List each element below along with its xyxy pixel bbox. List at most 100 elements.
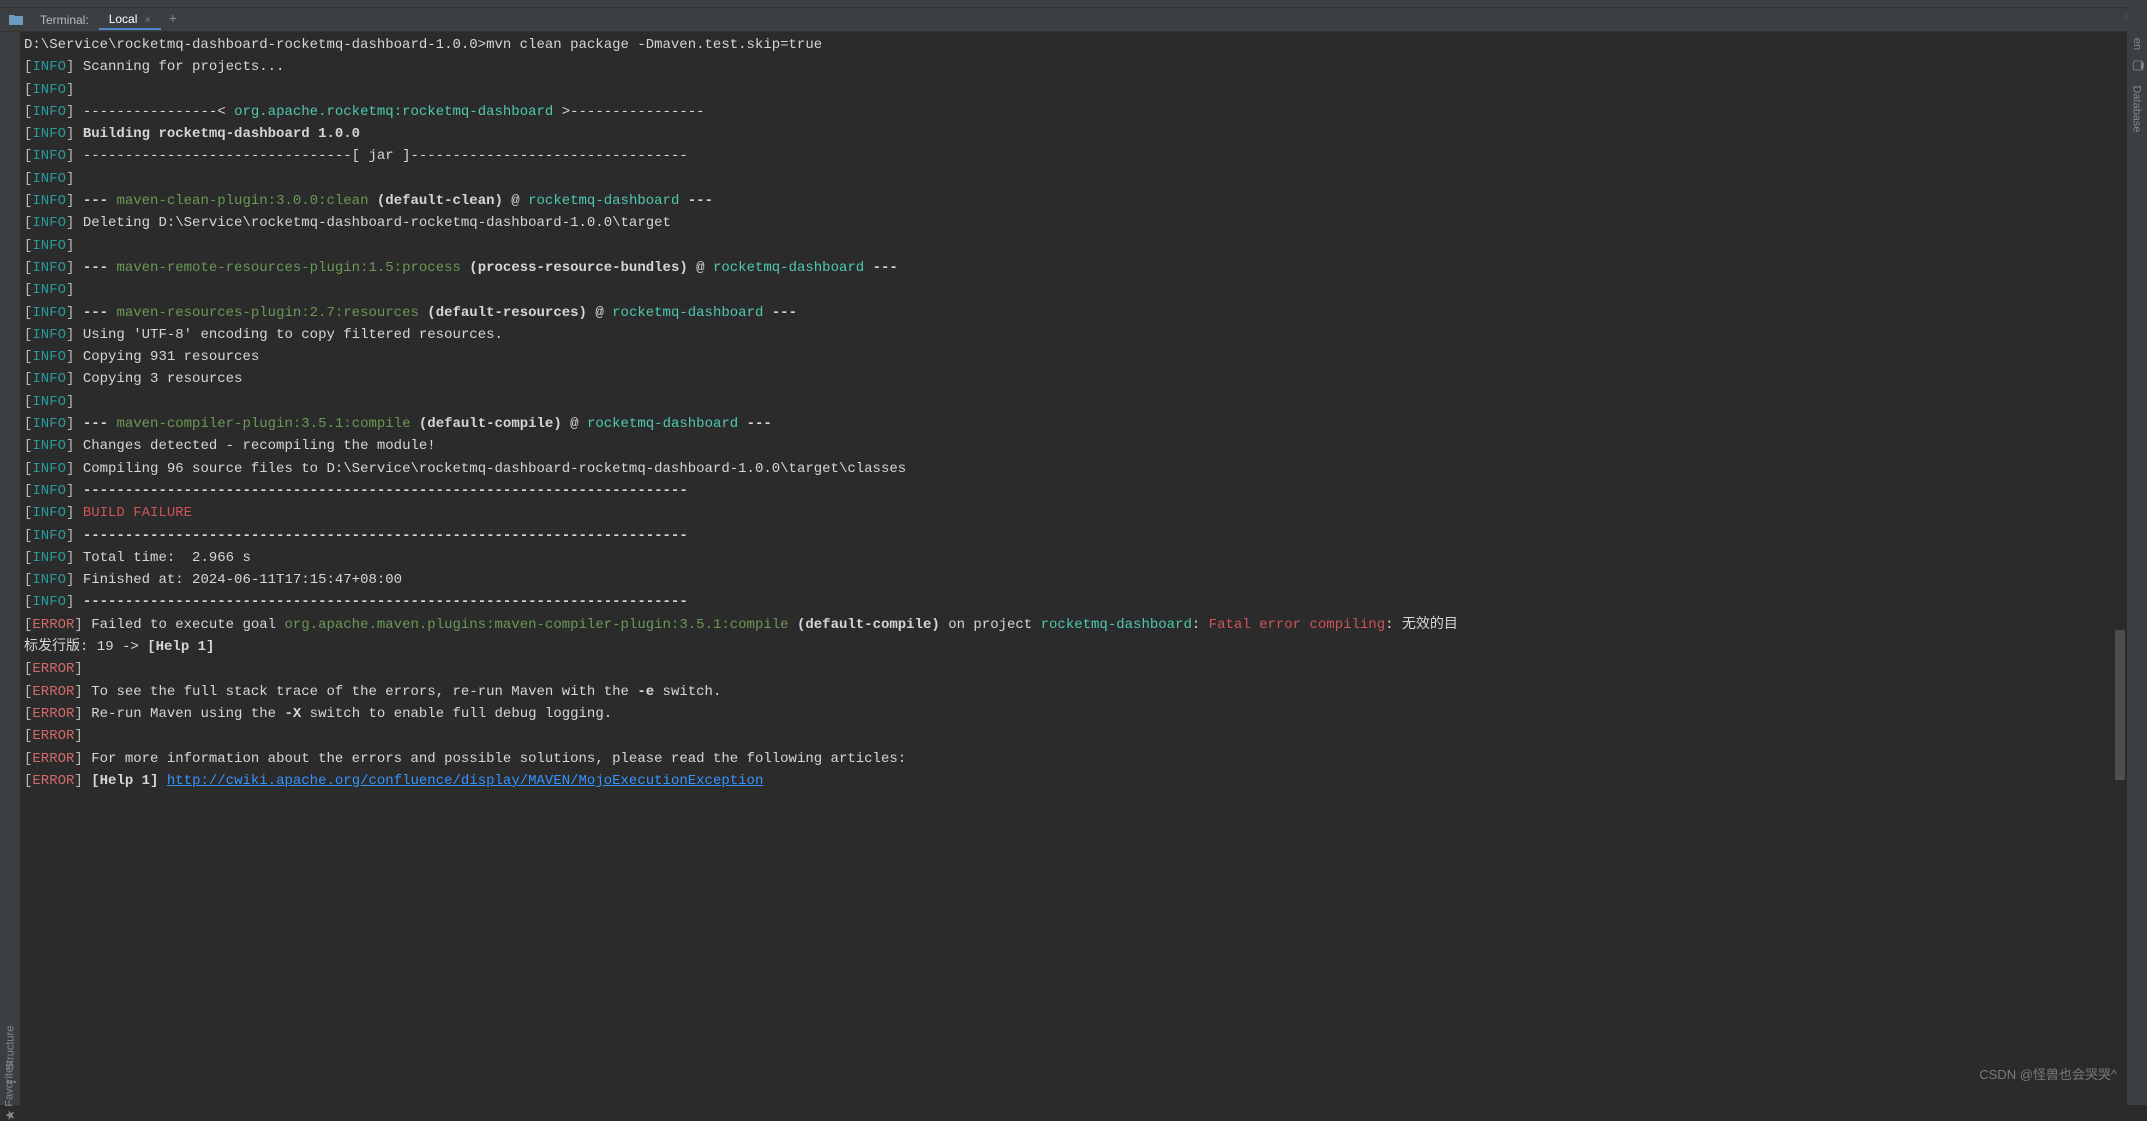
log-level: INFO (32, 171, 66, 187)
log-text: --- (738, 416, 772, 432)
log-text: --- (83, 193, 117, 209)
tab-local[interactable]: Local × (99, 10, 161, 30)
close-icon[interactable]: × (145, 15, 151, 26)
log-level: INFO (32, 282, 66, 298)
log-level: INFO (32, 416, 66, 432)
log-level: INFO (32, 148, 66, 164)
log-text: --------------------------------[ jar ]-… (83, 148, 688, 164)
log-text: (default-compile) (789, 617, 940, 633)
log-bracket: ] (74, 751, 82, 767)
log-bracket: ] (66, 238, 74, 254)
command: mvn clean package -Dmaven.test.skip=true (486, 37, 822, 53)
log-level: INFO (32, 349, 66, 365)
log-bracket: ] (66, 461, 74, 477)
log-level: INFO (32, 371, 66, 387)
log-bracket: ] (74, 684, 82, 700)
log-text: org.apache.maven.plugins:maven-compiler-… (284, 617, 788, 633)
log-bracket: ] (74, 773, 82, 789)
log-level: INFO (32, 594, 66, 610)
scrollbar-thumb[interactable] (2115, 630, 2125, 780)
folder-icon (8, 12, 24, 28)
log-bracket: ] (66, 126, 74, 142)
log-text: org.apache.rocketmq:rocketmq-dashboard (234, 104, 553, 120)
log-level: ERROR (32, 751, 74, 767)
log-text: ----------------------------------------… (83, 528, 688, 544)
log-text: @ (587, 305, 612, 321)
log-text: -e (637, 684, 654, 700)
log-level: ERROR (32, 728, 74, 744)
log-text: --- (864, 260, 898, 276)
log-text: -X (284, 706, 301, 722)
log-text: rocketmq-dashboard (713, 260, 864, 276)
log-text: --- (83, 305, 117, 321)
log-text: switch to enable full debug logging. (301, 706, 612, 722)
log-text: rocketmq-dashboard (528, 193, 679, 209)
log-text: [Help 1] (147, 639, 214, 655)
log-text: (default-compile) (411, 416, 562, 432)
watermark-text: CSDN @怪兽也会哭哭^ (1979, 1064, 2117, 1083)
log-bracket: ] (66, 438, 74, 454)
log-text: Changes detected - recompiling the modul… (83, 438, 436, 454)
log-level: INFO (32, 193, 66, 209)
log-bracket: ] (66, 104, 74, 120)
log-bracket: ] (74, 728, 82, 744)
log-text: rocketmq-dashboard (612, 305, 763, 321)
log-bracket: ] (66, 483, 74, 499)
log-text: Fatal error compiling (1209, 617, 1385, 633)
log-text: maven-clean-plugin:3.0.0:clean (116, 193, 368, 209)
log-text: maven-compiler-plugin:3.5.1:compile (116, 416, 410, 432)
log-text: : (1192, 617, 1209, 633)
log-level: INFO (32, 505, 66, 521)
log-bracket: ] (66, 594, 74, 610)
sidebar-item-maven[interactable]: en (2131, 38, 2143, 50)
log-level: INFO (32, 305, 66, 321)
log-text: Copying 3 resources (83, 371, 243, 387)
log-bracket: ] (74, 617, 82, 633)
log-bracket: ] (74, 706, 82, 722)
log-text: ----------------------------------------… (83, 483, 688, 499)
log-level: INFO (32, 82, 66, 98)
log-level: ERROR (32, 661, 74, 677)
log-bracket: ] (66, 260, 74, 276)
log-text: @ (562, 416, 587, 432)
log-bracket: ] (66, 215, 74, 231)
log-bracket: ] (66, 171, 74, 187)
window-top-edge (0, 0, 2147, 8)
tab-terminal-label[interactable]: Terminal: (30, 11, 99, 29)
sidebar-item-database[interactable]: Database (2131, 85, 2143, 132)
log-level: INFO (32, 483, 66, 499)
log-bracket: ] (66, 371, 74, 387)
log-text: --- (679, 193, 713, 209)
log-text: ----------------< (83, 104, 234, 120)
log-level: INFO (32, 104, 66, 120)
log-bracket: ] (66, 148, 74, 164)
log-text: --- (763, 305, 797, 321)
left-tool-sidebar: Favorites Structure (0, 480, 20, 1105)
log-text: maven-resources-plugin:2.7:resources (116, 305, 418, 321)
terminal-output[interactable]: D:\Service\rocketmq-dashboard-rocketmq-d… (22, 34, 2125, 1081)
log-level: INFO (32, 394, 66, 410)
log-bracket: ] (66, 305, 74, 321)
log-bracket: ] (66, 82, 74, 98)
log-level: ERROR (32, 684, 74, 700)
database-icon[interactable] (2130, 60, 2145, 72)
log-text: rocketmq-dashboard (1041, 617, 1192, 633)
log-text: [Help 1] (91, 773, 158, 789)
log-text: Finished at: 2024-06-11T17:15:47+08:00 (83, 572, 402, 588)
log-text: rocketmq-dashboard (587, 416, 738, 432)
log-bracket: ] (66, 394, 74, 410)
log-text: >---------------- (553, 104, 704, 120)
log-bracket: ] (66, 282, 74, 298)
log-text: (process-resource-bundles) (461, 260, 688, 276)
log-text: @ (688, 260, 713, 276)
log-level: INFO (32, 260, 66, 276)
add-tab-button[interactable]: + (161, 10, 185, 30)
right-tool-sidebar: en Database (2127, 0, 2147, 1105)
help-link[interactable]: http://cwiki.apache.org/confluence/displ… (167, 773, 764, 789)
log-text: Copying 931 resources (83, 349, 259, 365)
sidebar-item-structure[interactable]: Structure (4, 1026, 16, 1085)
log-level: INFO (32, 550, 66, 566)
log-text: Using 'UTF-8' encoding to copy filtered … (83, 327, 503, 343)
log-text: BUILD FAILURE (83, 505, 192, 521)
log-level: ERROR (32, 773, 74, 789)
